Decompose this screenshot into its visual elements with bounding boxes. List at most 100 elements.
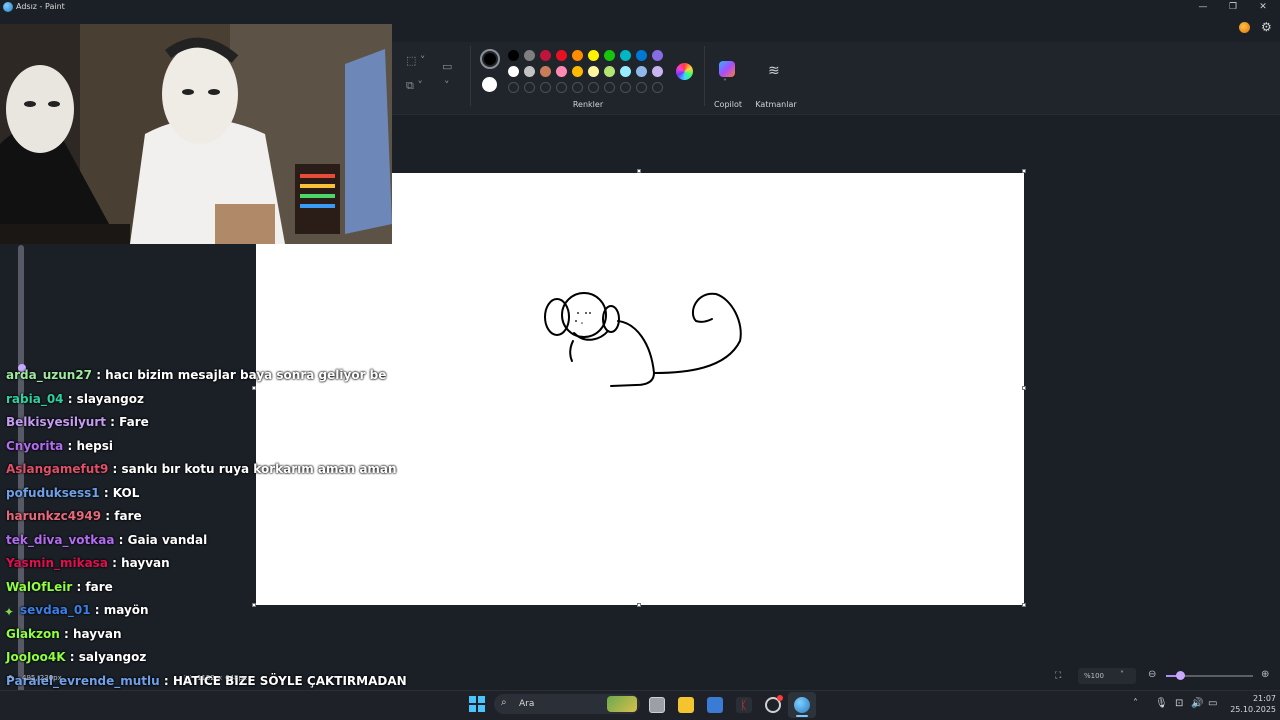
color-swatch[interactable] bbox=[588, 50, 599, 61]
chat-message: Yasmin_mikasa : hayvan bbox=[6, 556, 170, 570]
chat-username[interactable]: WalOfLeir bbox=[6, 580, 72, 594]
battery-icon[interactable]: ▭ bbox=[1208, 698, 1217, 709]
resize-handle[interactable] bbox=[1022, 386, 1026, 390]
paint-taskbar-icon[interactable] bbox=[794, 697, 810, 713]
empty-color-slot[interactable] bbox=[540, 82, 551, 93]
chat-username[interactable]: Belkisyesilyurt bbox=[6, 415, 106, 429]
color-swatch[interactable] bbox=[620, 50, 631, 61]
chat-text: hayvan bbox=[72, 626, 122, 641]
color-swatch[interactable] bbox=[524, 66, 535, 77]
fit-to-window-icon[interactable]: ⛶ bbox=[1055, 671, 1061, 681]
resize-handle[interactable] bbox=[637, 603, 641, 607]
zoom-out-icon[interactable]: ⊖ bbox=[1148, 669, 1156, 680]
clock-date[interactable]: 25.10.2025 bbox=[1224, 705, 1276, 714]
chevron-down-icon[interactable]: ˅ bbox=[723, 78, 727, 87]
copilot-icon[interactable] bbox=[719, 61, 735, 77]
color-swatch[interactable] bbox=[556, 66, 567, 77]
chat-username[interactable]: Glakzon bbox=[6, 627, 60, 641]
chat-message: Aslangamefut9 : sankı bır kotu ruya kork… bbox=[6, 462, 397, 476]
volume-icon[interactable]: 🔊 bbox=[1191, 698, 1203, 709]
image-tool-icon[interactable]: ⧉ ˅ bbox=[406, 79, 423, 93]
color-swatch[interactable] bbox=[556, 50, 567, 61]
chevron-up-icon[interactable]: ˄ bbox=[1133, 698, 1138, 709]
start-button[interactable] bbox=[469, 696, 485, 712]
color-swatch[interactable] bbox=[636, 66, 647, 77]
chat-username[interactable]: arda_uzun27 bbox=[6, 368, 92, 382]
resize-handle[interactable] bbox=[1022, 169, 1026, 173]
chat-separator: : bbox=[99, 485, 113, 500]
color-swatch[interactable] bbox=[588, 66, 599, 77]
color-swatch[interactable] bbox=[572, 66, 583, 77]
color-swatch[interactable] bbox=[636, 50, 647, 61]
chat-username[interactable]: Aslangamefut9 bbox=[6, 462, 108, 476]
color-swatch[interactable] bbox=[604, 50, 615, 61]
app-icon[interactable]: ᛕ bbox=[736, 697, 752, 713]
file-explorer-icon[interactable] bbox=[678, 697, 694, 713]
empty-color-slot[interactable] bbox=[524, 82, 535, 93]
zoom-in-icon[interactable]: ⊕ bbox=[1261, 669, 1269, 680]
color-swatch[interactable] bbox=[508, 50, 519, 61]
color-picker-icon[interactable] bbox=[676, 63, 693, 80]
network-icon[interactable]: ⊡ bbox=[1175, 698, 1183, 709]
paint-app-icon bbox=[3, 2, 13, 12]
color-swatch[interactable] bbox=[540, 66, 551, 77]
chat-username[interactable]: Yasmin_mikasa bbox=[6, 556, 108, 570]
chat-message: Belkisyesilyurt : Fare bbox=[6, 415, 149, 429]
chat-message: Glakzon : hayvan bbox=[6, 627, 122, 641]
empty-color-slot[interactable] bbox=[620, 82, 631, 93]
color-swatch[interactable] bbox=[540, 50, 551, 61]
sparkle-badge-icon: ✦ bbox=[4, 605, 15, 619]
chat-separator: : bbox=[63, 391, 77, 406]
empty-color-slot[interactable] bbox=[636, 82, 647, 93]
color-swatch[interactable] bbox=[572, 50, 583, 61]
canvas-size-icon: ⬚ bbox=[184, 673, 192, 682]
minimize-button[interactable]: — bbox=[1188, 0, 1218, 14]
search-placeholder: Ara bbox=[519, 699, 535, 709]
empty-color-slot[interactable] bbox=[604, 82, 615, 93]
settings-gear-icon[interactable]: ⚙ bbox=[1261, 20, 1272, 34]
chat-username[interactable]: tek_diva_votkaa bbox=[6, 533, 114, 547]
microphone-icon[interactable]: 🎙 bbox=[1155, 698, 1168, 709]
title-bar bbox=[0, 0, 1280, 16]
chat-username[interactable]: harunkzc4949 bbox=[6, 509, 101, 523]
close-button[interactable]: ✕ bbox=[1248, 0, 1278, 14]
resize-handle[interactable] bbox=[637, 169, 641, 173]
canvas-size: 1152 × 648px bbox=[197, 674, 248, 682]
empty-color-slot[interactable] bbox=[508, 82, 519, 93]
color-swatch[interactable] bbox=[652, 50, 663, 61]
chat-message: pofuduksess1 : KOL bbox=[6, 486, 139, 500]
chat-username[interactable]: Cnyorita bbox=[6, 439, 63, 453]
primary-color-button[interactable] bbox=[480, 49, 500, 69]
crop-tool-icon[interactable]: ▭ bbox=[442, 60, 452, 73]
empty-color-slot[interactable] bbox=[652, 82, 663, 93]
store-icon[interactable] bbox=[707, 697, 723, 713]
maximize-button[interactable]: ❐ bbox=[1218, 0, 1248, 14]
color-swatch[interactable] bbox=[652, 66, 663, 77]
clock-time[interactable]: 21:07 bbox=[1244, 694, 1276, 703]
chat-username[interactable]: sevdaa_01 bbox=[20, 603, 91, 617]
empty-color-slot[interactable] bbox=[588, 82, 599, 93]
selection-tool-icon[interactable]: ⬚ ˅ bbox=[406, 54, 425, 67]
chat-text: Fare bbox=[119, 415, 149, 429]
chat-username[interactable]: pofuduksess1 bbox=[6, 486, 100, 500]
color-swatch[interactable] bbox=[604, 66, 615, 77]
chat-username[interactable]: JooJoo4K bbox=[6, 650, 66, 664]
profile-badge-icon[interactable] bbox=[1239, 22, 1250, 33]
secondary-color-button[interactable] bbox=[482, 77, 497, 92]
resize-handle[interactable] bbox=[1022, 603, 1026, 607]
color-swatch[interactable] bbox=[524, 50, 535, 61]
empty-color-slot[interactable] bbox=[572, 82, 583, 93]
empty-color-slot[interactable] bbox=[556, 82, 567, 93]
cursor-position: 495, 230px bbox=[22, 674, 62, 682]
chat-separator: : bbox=[159, 673, 173, 688]
task-view-icon[interactable] bbox=[649, 697, 665, 713]
chat-username[interactable]: rabia_04 bbox=[6, 392, 64, 406]
color-swatch[interactable] bbox=[508, 66, 519, 77]
chat-text: salyangoz bbox=[78, 650, 147, 664]
zoom-slider-thumb[interactable] bbox=[1176, 671, 1185, 680]
layers-icon[interactable]: ≋ bbox=[768, 63, 780, 79]
chevron-down-icon[interactable]: ˅ bbox=[444, 79, 450, 92]
chat-separator: : bbox=[63, 438, 77, 453]
color-swatch[interactable] bbox=[620, 66, 631, 77]
cursor-icon: ↖ bbox=[8, 673, 15, 682]
